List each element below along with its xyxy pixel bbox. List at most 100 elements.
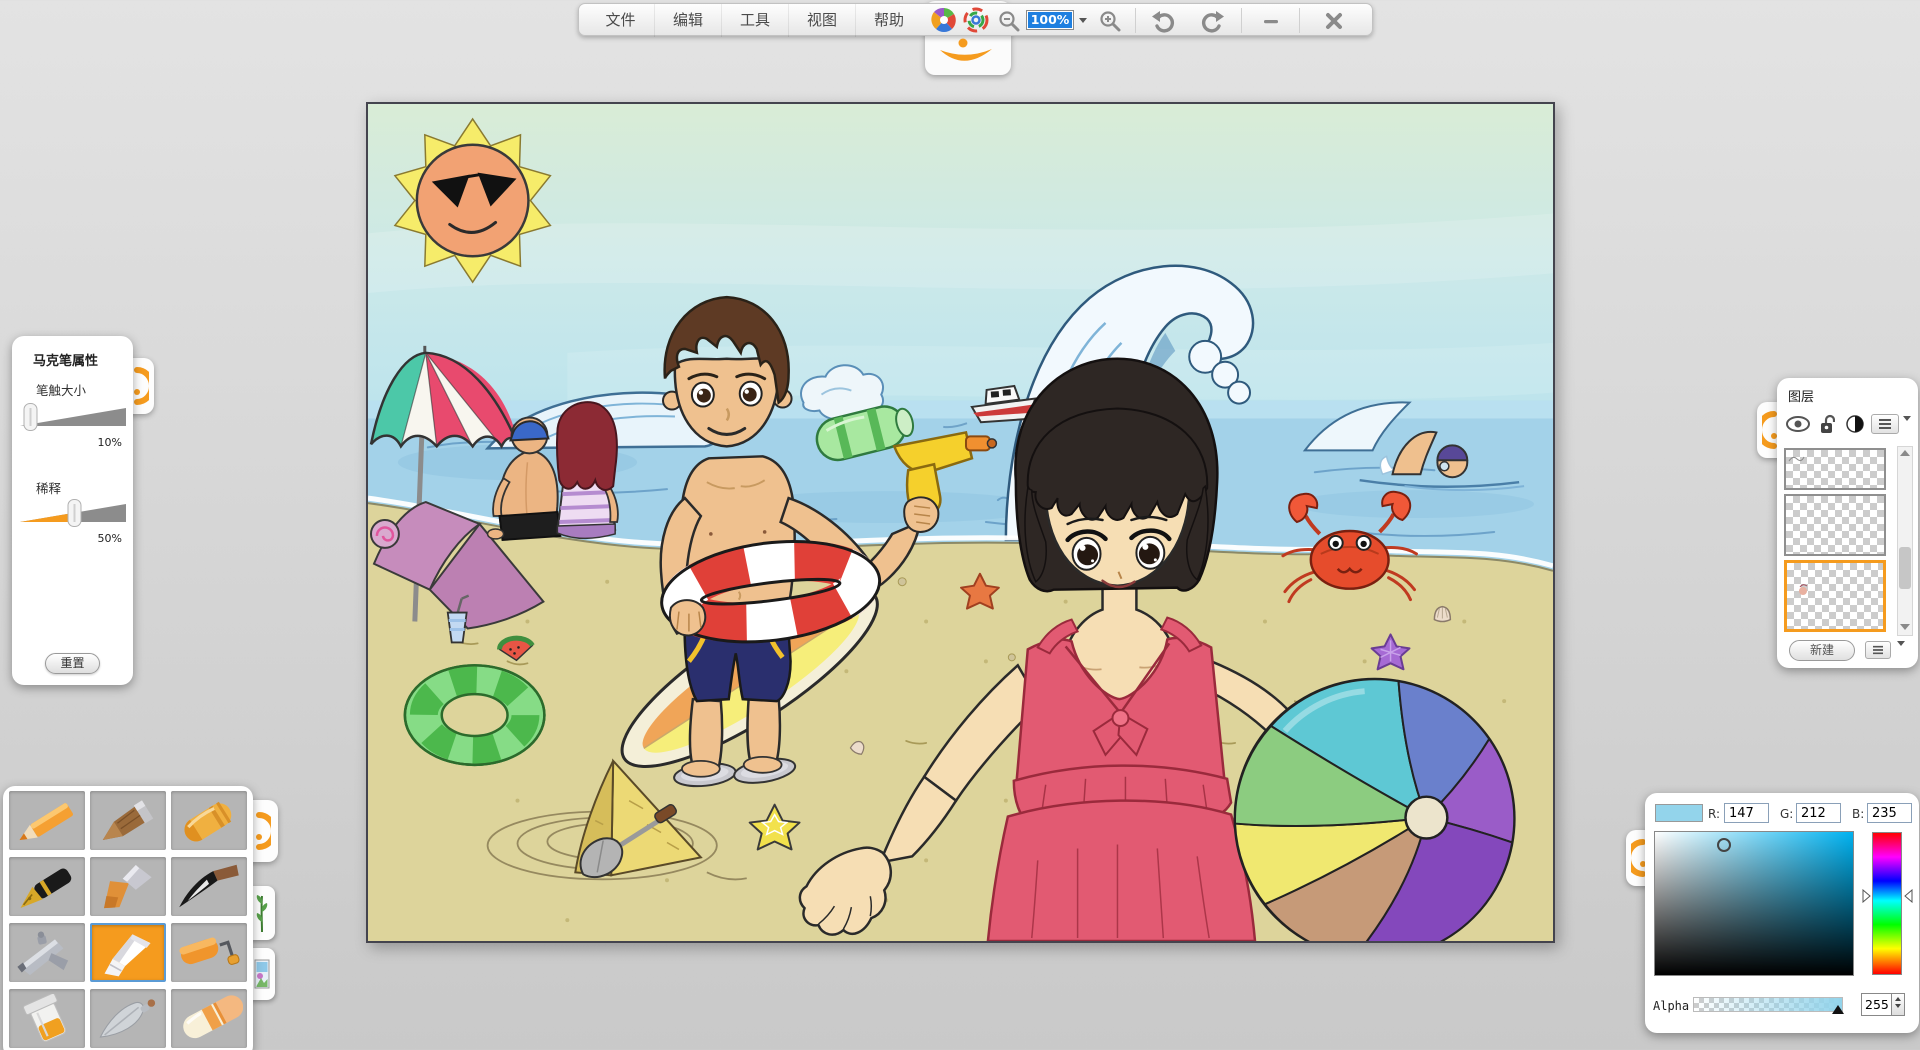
tool-fountain-pen[interactable] <box>9 857 85 916</box>
tool-roller[interactable] <box>171 923 247 982</box>
menu-edit[interactable]: 编辑 <box>654 4 721 37</box>
layer-scrollbar[interactable] <box>1897 446 1913 636</box>
layer-menu-button[interactable] <box>1871 414 1899 434</box>
spin-down-icon[interactable] <box>1895 1004 1901 1008</box>
tool-eraser[interactable] <box>171 989 247 1048</box>
layer-menu-arrow[interactable] <box>1903 421 1911 440</box>
dilution-value: 50% <box>82 532 122 545</box>
zoom-level-field[interactable]: 100% <box>1026 10 1074 30</box>
layer-lock-icon[interactable] <box>1819 414 1835 435</box>
tool-grid <box>9 791 247 1048</box>
r-input[interactable] <box>1724 803 1769 823</box>
mascot-pinwheel-button-2[interactable] <box>962 6 990 34</box>
sv-marker[interactable] <box>1717 838 1731 852</box>
brush-size-label: 笔触大小 <box>36 380 86 399</box>
tool-airbrush[interactable] <box>9 923 85 982</box>
tool-crayon[interactable] <box>171 791 247 850</box>
alpha-slider-handle[interactable] <box>1832 1005 1844 1014</box>
layers-panel: 图层 <box>1777 378 1918 668</box>
beach-ball <box>1235 679 1514 941</box>
tool-ink-brush[interactable] <box>171 857 247 916</box>
panel-grip-icon <box>1762 408 1778 452</box>
layer1-content <box>1786 453 1806 465</box>
app-window: { "colors": { "accent-orange": "#F59B1E"… <box>0 0 1920 1050</box>
current-color-swatch <box>1655 804 1703 822</box>
marker-properties-panel: 马克笔属性 笔触大小 10% 稀释 50% 重置 <box>12 336 133 685</box>
hamburger-icon <box>1872 645 1884 655</box>
zoom-in-icon <box>1098 9 1122 33</box>
menu-view[interactable]: 视图 <box>788 4 855 37</box>
marker-panel-title: 马克笔属性 <box>33 350 98 369</box>
minimize-button[interactable] <box>1247 4 1295 37</box>
sitting-girl <box>557 402 618 538</box>
b-label: B: <box>1852 807 1864 821</box>
menu-help[interactable]: 帮助 <box>855 4 922 37</box>
undo-icon <box>1151 9 1177 33</box>
tool-pencil[interactable] <box>9 791 85 850</box>
g-input[interactable] <box>1796 803 1841 823</box>
saturation-value-field[interactable] <box>1654 831 1854 976</box>
chevron-down-icon <box>1897 641 1905 665</box>
scroll-down-icon[interactable] <box>1900 624 1910 630</box>
menu-file[interactable]: 文件 <box>587 4 654 37</box>
dilution-slider[interactable] <box>18 498 128 528</box>
mascot-pinwheel-button-1[interactable] <box>930 6 958 34</box>
tool-marker[interactable] <box>90 923 166 982</box>
charcoal-icon <box>94 796 162 846</box>
layers-panel-title: 图层 <box>1788 386 1814 405</box>
layer-list-menu-arrow[interactable] <box>1897 646 1905 665</box>
hue-marker-left[interactable] <box>1862 889 1871 903</box>
plant-icon <box>254 892 270 934</box>
beach-scene-drawing <box>368 104 1553 941</box>
zoom-in-button[interactable] <box>1094 4 1126 37</box>
b-input[interactable] <box>1867 803 1912 823</box>
redo-icon <box>1199 9 1225 33</box>
spin-up-icon[interactable] <box>1895 997 1901 1001</box>
hue-marker-right[interactable] <box>1904 889 1913 903</box>
zoom-level-dropdown-button[interactable] <box>1076 12 1090 29</box>
close-button[interactable] <box>1305 4 1363 37</box>
r-label: R: <box>1708 807 1720 821</box>
scroll-up-icon[interactable] <box>1900 450 1910 456</box>
airbrush-icon <box>13 928 81 978</box>
alpha-label: Alpha <box>1653 999 1689 1013</box>
undo-button[interactable] <box>1141 4 1187 37</box>
redo-button[interactable] <box>1189 4 1235 37</box>
layer-thumbnail-2[interactable] <box>1784 494 1886 556</box>
layer-thumbnail-3-active[interactable] <box>1784 560 1886 632</box>
panel-grip-icon <box>133 364 149 408</box>
scrollbar-thumb[interactable] <box>1899 547 1911 589</box>
reset-button[interactable]: 重置 <box>45 653 100 674</box>
brush-size-value: 10% <box>82 436 122 449</box>
alpha-slider[interactable] <box>1693 997 1843 1012</box>
chevron-down-icon <box>1903 416 1911 440</box>
paint-jar-icon <box>13 994 81 1044</box>
menu-tools[interactable]: 工具 <box>721 4 788 37</box>
tool-palette-knife[interactable] <box>90 989 166 1048</box>
roller-icon <box>175 928 243 978</box>
tool-charcoal[interactable] <box>90 791 166 850</box>
new-layer-button[interactable]: 新建 <box>1789 640 1855 661</box>
layer-blend-icon[interactable] <box>1845 414 1865 434</box>
tool-paint-jar[interactable] <box>9 989 85 1048</box>
marker-icon <box>94 928 162 978</box>
brush-size-slider[interactable] <box>18 402 128 432</box>
alpha-input[interactable] <box>1861 993 1892 1016</box>
palette-knife-icon <box>94 994 162 1044</box>
green-swim-ring <box>405 665 545 765</box>
dilution-label: 稀释 <box>36 478 61 497</box>
hue-bar[interactable] <box>1872 832 1902 975</box>
alpha-spin-buttons[interactable] <box>1892 993 1905 1016</box>
layer-visibility-eye-icon[interactable] <box>1785 414 1811 434</box>
eraser-icon <box>175 994 243 1044</box>
tool-palette-panel <box>3 786 253 1050</box>
layer-list-menu-button[interactable] <box>1865 641 1891 659</box>
layer-thumbnail-1[interactable] <box>1784 448 1886 490</box>
flat-brush-icon <box>94 862 162 912</box>
g-label: G: <box>1780 807 1793 821</box>
layer3-content <box>1795 581 1819 605</box>
drawing-canvas[interactable] <box>366 102 1555 943</box>
tool-flat-brush[interactable] <box>90 857 166 916</box>
chevron-down-icon <box>1079 18 1087 23</box>
close-icon <box>1324 11 1344 31</box>
